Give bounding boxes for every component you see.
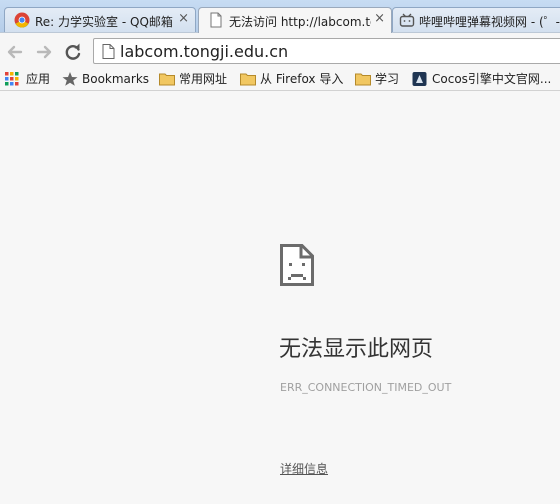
bookmark-label: Bookmarks	[82, 72, 150, 86]
close-tab-icon[interactable]: ×	[178, 11, 189, 26]
back-button[interactable]	[4, 41, 26, 63]
bookmark-label: 常用网址	[179, 72, 228, 86]
tab-title: Re: 力学实验室 - QQ邮箱	[35, 15, 173, 29]
details-link[interactable]: 详细信息	[280, 460, 328, 477]
page-icon	[210, 12, 222, 28]
tab-labcom[interactable]: 无法访问 http://labcom.tongji.edu.cn ×	[198, 7, 392, 33]
bookmark-label: Cocos引擎中文官网...	[432, 72, 552, 86]
folder-icon	[159, 73, 175, 86]
page-icon	[102, 44, 115, 59]
error-page: 无法显示此网页 ERR_CONNECTION_TIMED_OUT 详细信息	[0, 91, 560, 504]
apps-grid-icon	[5, 72, 19, 86]
cocos-icon	[412, 72, 427, 86]
star-icon	[62, 72, 78, 86]
bookmark-label: 从 Firefox 导入	[260, 72, 344, 86]
tab-title: 无法访问 http://labcom.tongji.edu.cn	[229, 15, 371, 29]
address-bar[interactable]	[93, 38, 560, 64]
arrow-left-icon	[7, 45, 23, 59]
tab-qq-mail[interactable]: Re: 力学实验室 - QQ邮箱 ×	[4, 7, 196, 32]
tab-bilibili[interactable]: 哔哩哔哩弹幕视频网 - (゜-゜)つロ	[392, 7, 560, 32]
reload-button[interactable]	[62, 41, 84, 63]
forward-button[interactable]	[33, 41, 55, 63]
sad-page-icon	[280, 244, 314, 286]
chrome-icon	[14, 12, 30, 28]
tab-title: 哔哩哔哩弹幕视频网 - (゜-゜)つロ	[419, 15, 560, 29]
error-code: ERR_CONNECTION_TIMED_OUT	[280, 381, 452, 394]
arrow-right-icon	[36, 45, 52, 59]
bilibili-tv-icon	[399, 13, 415, 27]
folder-icon	[240, 73, 256, 86]
browser-toolbar	[0, 32, 560, 69]
title-bar: Re: 力学实验室 - QQ邮箱 × 无法访问 http://labcom.to…	[0, 0, 560, 33]
reload-icon	[65, 43, 81, 60]
bookmark-label: 学习	[375, 72, 400, 86]
folder-icon	[355, 73, 371, 86]
bookmarks-bar: 应用 Bookmarks 常用网址 从 Firefox 导入 学习 Cocos引…	[0, 68, 560, 91]
address-input[interactable]	[120, 40, 560, 62]
bookmark-label: 应用	[26, 72, 51, 86]
error-title: 无法显示此网页	[279, 337, 434, 362]
close-tab-icon[interactable]: ×	[374, 11, 385, 26]
